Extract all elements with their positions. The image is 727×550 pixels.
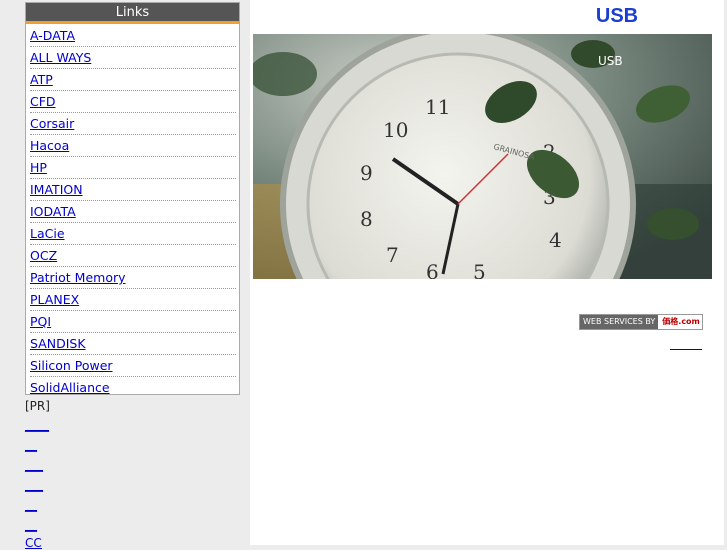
- list-item: LaCie: [30, 223, 236, 245]
- link-ocz[interactable]: OCZ: [30, 248, 57, 263]
- link-corsair[interactable]: Corsair: [30, 116, 74, 131]
- hero-caption: USB: [598, 54, 623, 68]
- link-iodata[interactable]: IODATA: [30, 204, 76, 219]
- list-item: ATP: [30, 69, 236, 91]
- svg-text:7: 7: [386, 243, 399, 267]
- list-item: ALL WAYS: [30, 47, 236, 69]
- link-pqi[interactable]: PQI: [30, 314, 51, 329]
- list-item: SANDISK: [30, 333, 236, 355]
- link-imation[interactable]: IMATION: [30, 182, 83, 197]
- list-item: Corsair: [30, 113, 236, 135]
- svg-text:6: 6: [426, 260, 439, 279]
- link-atp[interactable]: ATP: [30, 72, 53, 87]
- list-item: Hacoa: [30, 135, 236, 157]
- link-sandisk[interactable]: SANDISK: [30, 336, 86, 351]
- list-item: CFD: [30, 91, 236, 113]
- list-item: PQI: [30, 311, 236, 333]
- badge-right: 価格.com: [662, 317, 700, 326]
- link-cfd[interactable]: CFD: [30, 94, 56, 109]
- pr-link[interactable]: __: [25, 438, 37, 452]
- links-panel: Links A-DATA ALL WAYS ATP CFD Corsair Ha…: [25, 2, 240, 395]
- clock-photo: 11 10 9 8 7 6 5 4 3 2 GRAINOSA: [253, 34, 712, 279]
- hero-image: 11 10 9 8 7 6 5 4 3 2 GRAINOSA USB: [253, 34, 712, 279]
- pr-label: [PR]: [25, 399, 50, 413]
- web-services-badge[interactable]: WEB SERVICES BY 価格.com: [579, 314, 703, 330]
- link-silicon-power[interactable]: Silicon Power: [30, 358, 113, 373]
- link-solidalliance[interactable]: SolidAlliance: [30, 380, 110, 395]
- link-hp[interactable]: HP: [30, 160, 47, 175]
- pr-link[interactable]: ___: [25, 458, 43, 472]
- link-hacoa[interactable]: Hacoa: [30, 138, 69, 153]
- link-planex[interactable]: PLANEX: [30, 292, 79, 307]
- pr-link[interactable]: CC: [25, 536, 42, 550]
- list-item: Patriot Memory: [30, 267, 236, 289]
- list-item: HP: [30, 157, 236, 179]
- link-a-data[interactable]: A-DATA: [30, 28, 75, 43]
- pr-link[interactable]: ____: [25, 418, 49, 432]
- svg-text:10: 10: [383, 118, 408, 142]
- list-item: SolidAlliance: [30, 377, 236, 398]
- list-item: Silicon Power: [30, 355, 236, 377]
- links-list: A-DATA ALL WAYS ATP CFD Corsair Hacoa HP…: [30, 25, 236, 398]
- list-item: OCZ: [30, 245, 236, 267]
- list-item: PLANEX: [30, 289, 236, 311]
- svg-text:11: 11: [425, 95, 450, 119]
- list-item: A-DATA: [30, 25, 236, 47]
- link-patriot-memory[interactable]: Patriot Memory: [30, 270, 126, 285]
- svg-text:5: 5: [473, 260, 486, 279]
- pr-link[interactable]: __: [25, 518, 37, 532]
- svg-text:8: 8: [360, 207, 373, 231]
- link-all-ways[interactable]: ALL WAYS: [30, 50, 91, 65]
- credit-link[interactable]: [670, 337, 702, 350]
- svg-text:9: 9: [360, 161, 373, 185]
- list-item: IODATA: [30, 201, 236, 223]
- pr-link[interactable]: __: [25, 498, 37, 512]
- svg-text:4: 4: [549, 228, 562, 252]
- page-title: USB: [595, 5, 639, 27]
- badge-left: WEB SERVICES BY: [580, 315, 659, 329]
- links-header: Links: [26, 3, 239, 24]
- link-lacie[interactable]: LaCie: [30, 226, 65, 241]
- pr-link[interactable]: ___: [25, 478, 43, 492]
- main-content: USB 11 10 9 8 7 6 5 4 3 GRAINOSA USB WEB…: [250, 0, 724, 545]
- list-item: IMATION: [30, 179, 236, 201]
